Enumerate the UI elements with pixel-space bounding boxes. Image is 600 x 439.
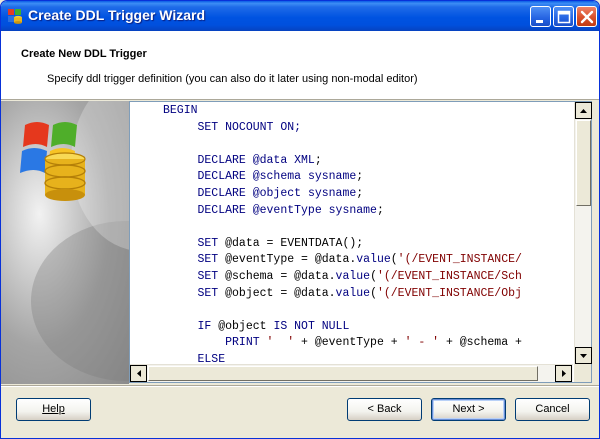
code-token: (: [370, 286, 377, 300]
code-token: @eventType = @data.: [225, 253, 357, 267]
arrow-down-icon: [580, 354, 587, 358]
code-token: IS NOT NULL: [273, 319, 350, 333]
code-token: DECLARE @schema: [163, 170, 308, 184]
footer-divider: [1, 385, 599, 387]
vertical-scrollbar[interactable]: [574, 102, 592, 364]
code-token: IF: [163, 319, 219, 333]
maximize-button[interactable]: [553, 6, 574, 27]
code-token: '(/EVENT_INSTANCE/Obj: [376, 286, 522, 300]
code-token: SET: [163, 253, 226, 267]
code-token: ;: [376, 203, 384, 217]
code-token: DECLARE @data: [163, 153, 295, 167]
wizard-content: BEGIN SET NOCOUNT ON; DECLARE @data XML;…: [1, 101, 599, 384]
code-token: BEGIN: [163, 104, 198, 117]
back-label: < Back: [367, 403, 402, 415]
next-button[interactable]: Next >: [431, 398, 506, 421]
code-line: DECLARE @eventType sysname;: [163, 203, 573, 220]
vertical-scroll-thumb[interactable]: [576, 120, 591, 206]
code-token: DECLARE @eventType: [163, 203, 329, 217]
code-line: ELSE: [163, 352, 573, 364]
maximize-icon: [557, 10, 571, 24]
code-token: ;: [356, 170, 364, 184]
close-button[interactable]: [576, 6, 597, 27]
database-logo-icon: [20, 101, 129, 381]
code-line: BEGIN: [163, 103, 573, 120]
page-title: Create New DDL Trigger: [21, 48, 147, 60]
horizontal-scroll-thumb[interactable]: [148, 366, 538, 381]
code-token: SET NOCOUNT ON;: [163, 120, 302, 134]
code-line: SET @schema = @data.value('(/EVENT_INSTA…: [163, 269, 573, 286]
code-token: value: [335, 286, 371, 300]
code-token: PRINT: [163, 336, 267, 350]
ddl-wizard-icon: [8, 9, 22, 24]
arrow-up-icon: [580, 109, 587, 113]
code-token: sysname: [307, 186, 357, 200]
code-token: ;: [314, 153, 322, 167]
arrow-left-icon: [137, 370, 141, 377]
back-button[interactable]: < Back: [347, 398, 422, 421]
code-line: PRINT ' ' + @eventType + ' - ' + @schema…: [163, 335, 573, 352]
code-token: SET: [163, 236, 226, 250]
cancel-label: Cancel: [535, 403, 570, 415]
code-token: (: [370, 269, 377, 283]
scroll-down-button[interactable]: [575, 347, 592, 364]
scrollbar-corner: [574, 364, 591, 382]
code-token: ' ': [266, 336, 295, 350]
cancel-button[interactable]: Cancel: [515, 398, 590, 421]
code-line: IF @object IS NOT NULL: [163, 319, 573, 336]
code-token: @schema = @data.: [225, 269, 336, 283]
window-title: Create DDL Trigger Wizard: [28, 7, 205, 23]
code-line: DECLARE @object sysname;: [163, 186, 573, 203]
code-line: DECLARE @schema sysname;: [163, 169, 573, 186]
code-token: DECLARE @object: [163, 186, 308, 200]
code-token: '(/EVENT_INSTANCE/Sch: [376, 269, 522, 283]
code-token: '(/EVENT_INSTANCE/: [397, 253, 522, 267]
close-icon: [580, 10, 594, 24]
wizard-window: Create DDL Trigger Wizard Create New DDL…: [0, 0, 600, 439]
scroll-left-button[interactable]: [130, 365, 147, 382]
code-token: sysname: [328, 203, 377, 217]
code-token: ;: [356, 186, 364, 200]
code-token: + @schema +: [439, 336, 522, 350]
title-bar[interactable]: Create DDL Trigger Wizard: [1, 1, 599, 31]
minimize-button[interactable]: [530, 6, 551, 27]
scroll-up-button[interactable]: [575, 102, 592, 119]
code-token: ELSE: [163, 352, 226, 364]
code-line: SET NOCOUNT ON;: [163, 120, 573, 137]
arrow-right-icon: [562, 370, 566, 377]
minimize-icon: [536, 20, 543, 23]
code-token: SET: [163, 269, 226, 283]
sql-code-area[interactable]: BEGIN SET NOCOUNT ON; DECLARE @data XML;…: [130, 102, 573, 364]
code-token: value: [356, 253, 391, 267]
code-token: ' - ': [404, 336, 440, 350]
code-token: @data = EVENTDATA();: [225, 236, 364, 250]
wizard-header: Create New DDL Trigger Specify ddl trigg…: [1, 31, 599, 100]
code-line: SET @eventType = @data.value('(/EVENT_IN…: [163, 252, 573, 269]
page-subtitle: Specify ddl trigger definition (you can …: [47, 73, 418, 85]
help-label: Help: [42, 403, 65, 415]
next-label: Next >: [452, 403, 485, 415]
code-token: SET: [163, 286, 226, 300]
code-token: XML: [294, 153, 315, 167]
wizard-side-panel: [1, 101, 129, 384]
sql-editor[interactable]: BEGIN SET NOCOUNT ON; DECLARE @data XML;…: [129, 101, 592, 383]
code-token: value: [335, 269, 371, 283]
code-token: @object = @data.: [225, 286, 336, 300]
code-line: DECLARE @data XML;: [163, 153, 573, 170]
help-button[interactable]: Help: [16, 398, 91, 421]
code-line: SET @data = EVENTDATA();: [163, 236, 573, 253]
code-line: SET @object = @data.value('(/EVENT_INSTA…: [163, 286, 573, 303]
code-token: @object: [218, 319, 274, 333]
code-token: (: [390, 253, 398, 267]
code-token: + @eventType +: [294, 336, 405, 350]
scroll-right-button[interactable]: [555, 365, 572, 382]
horizontal-scrollbar[interactable]: [130, 364, 573, 382]
code-token: sysname: [307, 170, 357, 184]
